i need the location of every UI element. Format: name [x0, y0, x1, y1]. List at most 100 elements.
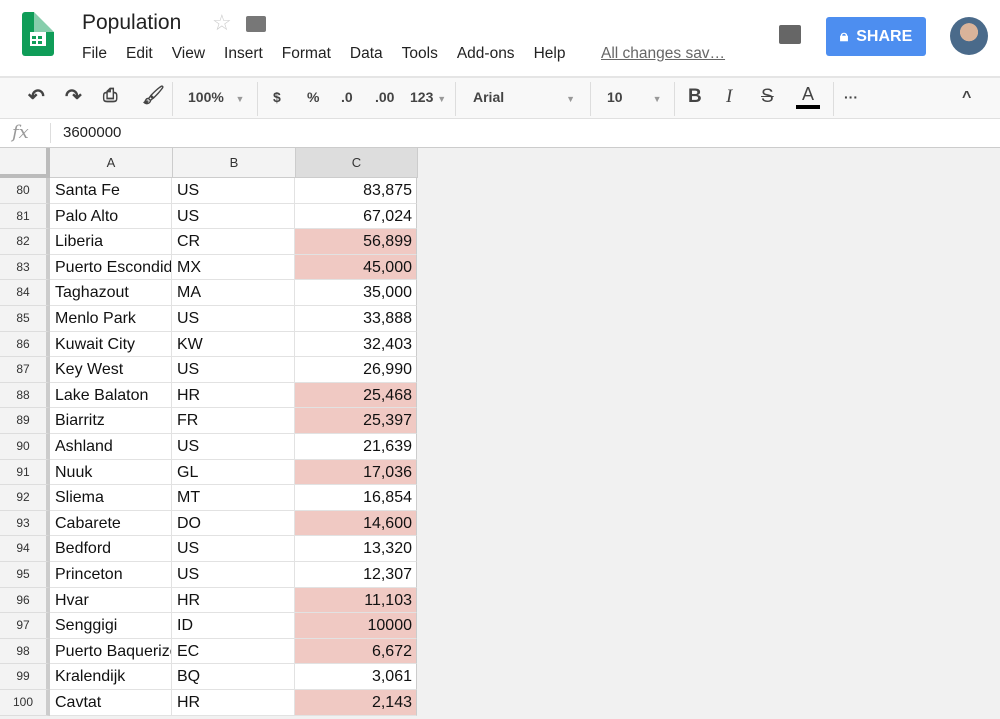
cell-population[interactable]: 25,468	[295, 382, 417, 409]
cell-city[interactable]: Puerto Baquerizo	[50, 638, 172, 665]
cell-population[interactable]: 67,024	[295, 203, 417, 230]
number-format-select[interactable]: 123 ▼	[410, 89, 446, 105]
cell-city[interactable]: Ashland	[50, 434, 172, 460]
cell-city[interactable]: Taghazout	[50, 280, 172, 306]
row-header[interactable]: 97	[0, 613, 50, 639]
comments-icon[interactable]	[779, 25, 801, 44]
cell-country[interactable]: HR	[172, 690, 295, 716]
row-header[interactable]: 86	[0, 331, 50, 358]
column-header-c[interactable]: C	[296, 148, 418, 178]
text-color-button[interactable]: A	[796, 84, 820, 109]
cell-population[interactable]: 17,036	[295, 459, 417, 486]
cell-population[interactable]: 56,899	[295, 229, 417, 255]
collapse-icon[interactable]: ^	[962, 89, 971, 107]
cell-population[interactable]: 11,103	[295, 587, 417, 614]
cell-population[interactable]: 10000	[295, 613, 417, 639]
cell-country[interactable]: US	[172, 203, 295, 230]
row-header[interactable]: 89	[0, 408, 50, 434]
cell-country[interactable]: MX	[172, 254, 295, 281]
cell-city[interactable]: Palo Alto	[50, 203, 172, 230]
cell-city[interactable]: Kuwait City	[50, 331, 172, 358]
row-header[interactable]: 88	[0, 382, 50, 409]
cell-city[interactable]: Bedford	[50, 536, 172, 562]
star-icon[interactable]: ☆	[212, 10, 232, 36]
cell-country[interactable]: DO	[172, 510, 295, 537]
menu-insert[interactable]: Insert	[224, 45, 263, 63]
menu-format[interactable]: Format	[282, 45, 331, 63]
select-all-corner[interactable]	[0, 148, 50, 178]
print-icon[interactable]: ⎙	[103, 85, 117, 106]
cell-city[interactable]: Biarritz	[50, 408, 172, 434]
cell-city[interactable]: Princeton	[50, 562, 172, 588]
menu-help[interactable]: Help	[534, 45, 566, 63]
cell-population[interactable]: 25,397	[295, 408, 417, 434]
folder-icon[interactable]	[246, 16, 266, 32]
row-header[interactable]: 85	[0, 306, 50, 332]
cell-population[interactable]: 32,403	[295, 331, 417, 358]
avatar[interactable]	[950, 17, 988, 55]
decrease-decimal-button[interactable]: .0	[341, 89, 353, 105]
more-button[interactable]: ···	[844, 89, 858, 105]
cell-country[interactable]: US	[172, 178, 295, 204]
cell-population[interactable]: 45,000	[295, 254, 417, 281]
cell-population[interactable]: 83,875	[295, 178, 417, 204]
cell-city[interactable]: Cabarete	[50, 510, 172, 537]
cell-country[interactable]: CR	[172, 229, 295, 255]
cell-country[interactable]: ID	[172, 613, 295, 639]
paint-format-icon[interactable]: 🖌︎	[142, 85, 165, 106]
redo-icon[interactable]: ↷	[65, 84, 82, 109]
zoom-select[interactable]: 100% ▼	[188, 89, 244, 105]
menu-add-ons[interactable]: Add-ons	[457, 45, 515, 63]
cell-population[interactable]: 33,888	[295, 306, 417, 332]
share-button[interactable]: 🔒︎ SHARE	[826, 17, 926, 56]
row-header[interactable]: 81	[0, 203, 50, 230]
cell-country[interactable]: US	[172, 357, 295, 383]
cell-population[interactable]: 16,854	[295, 485, 417, 511]
font-select[interactable]: Arial ▼	[473, 89, 575, 105]
cell-population[interactable]: 26,990	[295, 357, 417, 383]
strikethrough-button[interactable]: S	[761, 86, 774, 108]
cell-city[interactable]: Cavtat	[50, 690, 172, 716]
row-header[interactable]: 91	[0, 459, 50, 486]
sheets-logo-icon[interactable]	[22, 12, 54, 56]
percent-button[interactable]: %	[307, 89, 319, 105]
cell-country[interactable]: HR	[172, 382, 295, 409]
cell-population[interactable]: 6,672	[295, 638, 417, 665]
cell-city[interactable]: Liberia	[50, 229, 172, 255]
menu-data[interactable]: Data	[350, 45, 383, 63]
cell-country[interactable]: GL	[172, 459, 295, 486]
row-header[interactable]: 94	[0, 536, 50, 562]
menu-file[interactable]: File	[82, 45, 107, 63]
undo-icon[interactable]: ↶	[28, 84, 45, 109]
row-header[interactable]: 80	[0, 178, 50, 204]
cell-city[interactable]: Key West	[50, 357, 172, 383]
row-header[interactable]: 95	[0, 562, 50, 588]
cell-city[interactable]: Kralendijk	[50, 664, 172, 690]
italic-button[interactable]: I	[726, 86, 732, 108]
cell-country[interactable]: US	[172, 306, 295, 332]
bold-button[interactable]: B	[688, 86, 702, 108]
cell-country[interactable]: MT	[172, 485, 295, 511]
cell-population[interactable]: 13,320	[295, 536, 417, 562]
cell-city[interactable]: Santa Fe	[50, 178, 172, 204]
row-header[interactable]: 99	[0, 664, 50, 690]
cell-country[interactable]: BQ	[172, 664, 295, 690]
cell-population[interactable]: 35,000	[295, 280, 417, 306]
row-header[interactable]: 96	[0, 587, 50, 614]
row-header[interactable]: 87	[0, 357, 50, 383]
row-header[interactable]: 83	[0, 254, 50, 281]
menu-tools[interactable]: Tools	[402, 45, 438, 63]
cell-city[interactable]: Senggigi	[50, 613, 172, 639]
column-header-a[interactable]: A	[50, 148, 173, 178]
cell-country[interactable]: KW	[172, 331, 295, 358]
menu-view[interactable]: View	[172, 45, 205, 63]
cell-country[interactable]: US	[172, 434, 295, 460]
column-header-b[interactable]: B	[173, 148, 296, 178]
cell-country[interactable]: MA	[172, 280, 295, 306]
cell-country[interactable]: US	[172, 536, 295, 562]
cell-population[interactable]: 14,600	[295, 510, 417, 537]
row-header[interactable]: 93	[0, 510, 50, 537]
document-title[interactable]: Population	[82, 11, 181, 35]
cell-country[interactable]: FR	[172, 408, 295, 434]
increase-decimal-button[interactable]: .00	[375, 89, 394, 105]
